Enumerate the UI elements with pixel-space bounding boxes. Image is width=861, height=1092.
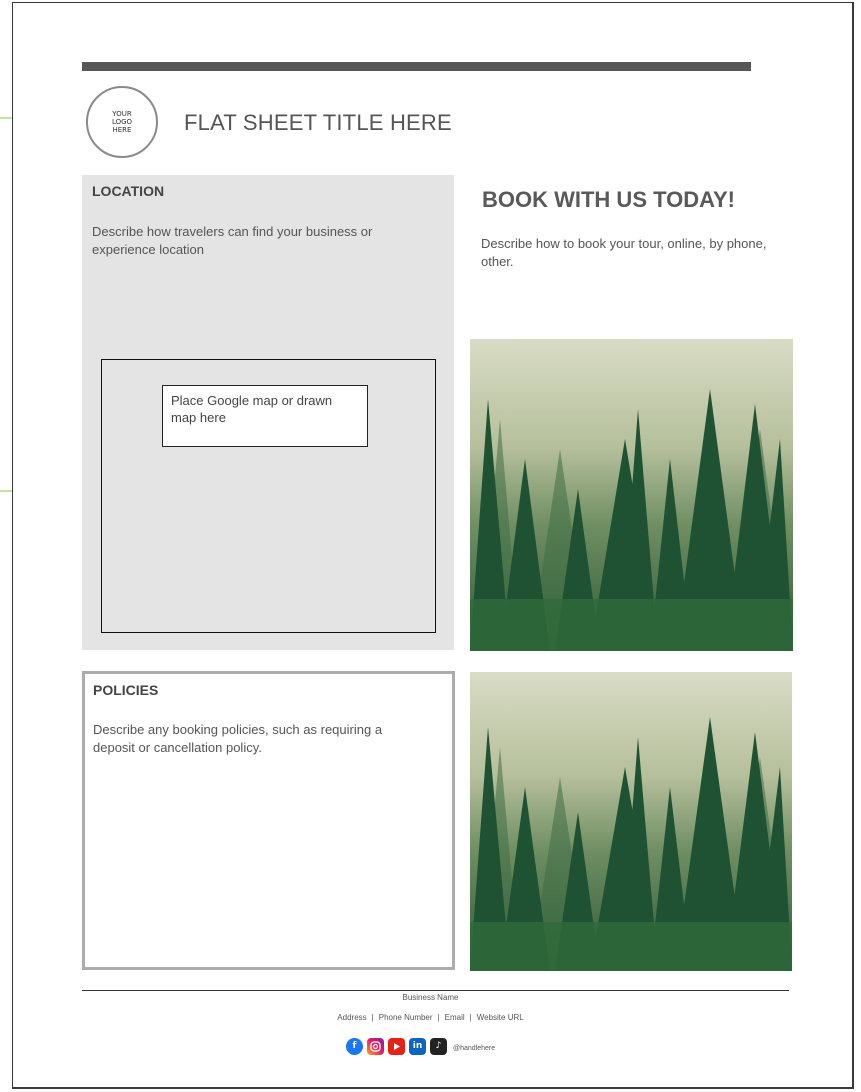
- facebook-icon[interactable]: f: [346, 1037, 363, 1055]
- instagram-icon[interactable]: [367, 1037, 384, 1055]
- tiktok-icon[interactable]: ♪: [430, 1037, 447, 1055]
- page-title: FLAT SHEET TITLE HERE: [184, 110, 452, 135]
- email-text: Email: [444, 1013, 465, 1022]
- forest-photo: [470, 672, 792, 971]
- social-icons: f in ♪ @handlehere: [346, 1035, 495, 1057]
- youtube-icon[interactable]: [388, 1037, 405, 1055]
- contact-line: Address | Phone Number | Email | Website URL: [337, 1013, 524, 1022]
- map-placeholder-label: Place Google map or drawn map here: [162, 385, 368, 447]
- policies-heading: POLICIES: [93, 682, 159, 698]
- website-text: Website URL: [476, 1013, 524, 1022]
- linkedin-icon[interactable]: in: [409, 1037, 426, 1055]
- business-name: Business Name: [402, 993, 459, 1002]
- address-text: Address: [337, 1013, 367, 1022]
- forest-photo: [470, 339, 793, 651]
- policies-description: Describe any booking policies, such as r…: [93, 722, 383, 755]
- social-handle: @handlehere: [453, 1045, 496, 1052]
- logo-placeholder: YOUR LOGO HERE: [86, 86, 158, 158]
- footer-divider: [82, 990, 789, 991]
- header-bar: [82, 62, 751, 71]
- location-heading: LOCATION: [92, 183, 165, 199]
- phone-text: Phone Number: [378, 1013, 433, 1022]
- booking-heading: BOOK WITH US TODAY!: [482, 187, 736, 212]
- location-description: Describe how travelers can find your bus…: [92, 224, 373, 257]
- policies-panel: [82, 671, 455, 970]
- logo-text: YOUR LOGO HERE: [111, 110, 133, 134]
- booking-description: Describe how to book your tour, online, …: [481, 236, 767, 269]
